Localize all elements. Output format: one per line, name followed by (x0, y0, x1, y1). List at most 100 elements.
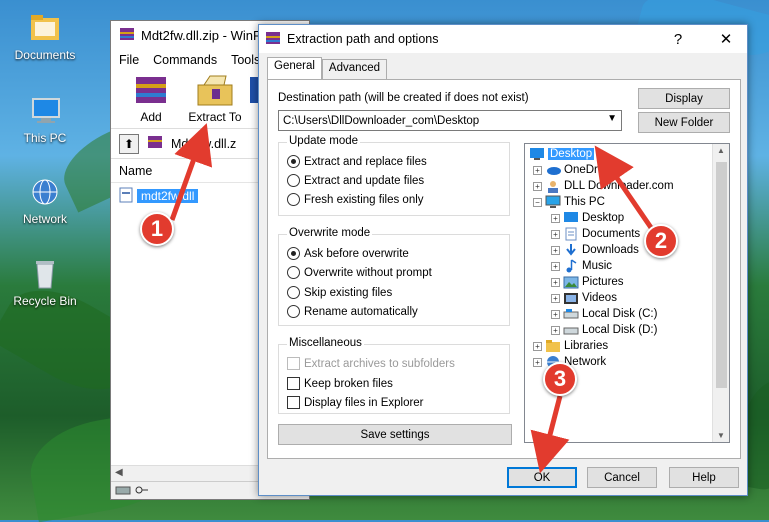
dialog-tabs: General Advanced (267, 57, 388, 79)
add-button[interactable]: Add (121, 73, 181, 128)
menu-tools[interactable]: Tools (231, 53, 260, 67)
help-button[interactable]: Help (669, 467, 739, 488)
chevron-down-icon[interactable]: ▼ (607, 113, 617, 124)
tree-item-local-disk-d[interactable]: + Local Disk (D:) (551, 322, 657, 338)
file-name: mdt2fw.dll (137, 189, 199, 203)
miscellaneous-group: Miscellaneous Extract archives to subfol… (278, 337, 510, 414)
scroll-thumb[interactable] (716, 162, 727, 388)
radio-indicator (287, 266, 300, 279)
radio-indicator (287, 174, 300, 187)
save-settings-button[interactable]: Save settings (278, 424, 512, 445)
dialog-title-bar: Extraction path and options ? ✕ (259, 25, 747, 53)
tree-item-local-disk-c[interactable]: + Local Disk (C:) (551, 306, 657, 322)
scroll-up-icon[interactable]: ▲ (713, 146, 729, 155)
folder-icon (27, 12, 63, 44)
step-marker-3: 3 (543, 362, 577, 396)
tree-item-libraries[interactable]: + Libraries (533, 338, 608, 354)
expand-icon[interactable]: + (533, 341, 542, 351)
overwrite-mode-group: Overwrite mode Ask before overwrite Over… (278, 227, 510, 326)
extract-to-icon (194, 73, 236, 107)
tree-item-onedrive[interactable]: + OneDrive (533, 162, 613, 178)
overwrite-mode-title: Overwrite mode (287, 227, 373, 239)
checkbox-indicator (287, 396, 300, 409)
add-archive-icon (130, 73, 172, 107)
close-button[interactable]: ✕ (705, 30, 747, 48)
tab-general[interactable]: General (267, 57, 322, 79)
desktop-icon-documents[interactable]: Documents (0, 12, 90, 62)
collapse-icon[interactable]: − (533, 197, 542, 207)
drive-icon (563, 323, 579, 337)
expand-icon[interactable]: + (533, 165, 542, 175)
display-button[interactable]: Display (638, 88, 730, 109)
expand-icon[interactable]: + (533, 357, 542, 367)
radio-rename-automatically[interactable]: Rename automatically (287, 305, 418, 318)
expand-icon[interactable]: + (551, 261, 560, 271)
expand-icon[interactable]: + (551, 213, 560, 223)
tab-advanced[interactable]: Advanced (321, 59, 388, 79)
help-title-button[interactable]: ? (657, 31, 699, 48)
up-folder-button[interactable]: ⬆ (119, 133, 139, 154)
drive-status-icon (115, 484, 131, 498)
expand-icon[interactable]: + (551, 245, 560, 255)
folder-tree[interactable]: Desktop + OneDrive + DLL Downloader.com − T… (524, 143, 730, 443)
new-folder-button[interactable]: New Folder (638, 112, 730, 133)
expand-icon[interactable]: + (551, 277, 560, 287)
network-icon (27, 176, 63, 208)
destination-path-value: C:\Users\DllDownloader_com\Desktop (283, 114, 480, 127)
scroll-down-icon[interactable]: ▼ (713, 431, 729, 440)
videos-icon (563, 291, 579, 305)
archive-path: Mdt2fw.dll.z (171, 136, 237, 151)
update-mode-title: Update mode (287, 135, 361, 147)
extraction-dialog: Extraction path and options ? ✕ General … (258, 24, 748, 496)
menu-file[interactable]: File (119, 53, 139, 67)
tree-item-documents[interactable]: + Documents (551, 226, 640, 242)
onedrive-icon (545, 163, 561, 177)
destination-path-combo[interactable]: C:\Users\DllDownloader_com\Desktop ▼ (278, 110, 622, 131)
radio-extract-update[interactable]: Extract and update files (287, 174, 424, 187)
radio-overwrite-without-prompt[interactable]: Overwrite without prompt (287, 266, 432, 279)
destination-path-label: Destination path (will be created if doe… (278, 92, 529, 104)
downloads-icon (563, 243, 579, 257)
expand-icon[interactable]: + (551, 229, 560, 239)
checkbox-display-in-explorer[interactable]: Display files in Explorer (287, 396, 424, 409)
scroll-left-icon: ◀ (115, 467, 123, 478)
tree-item-pictures[interactable]: + Pictures (551, 274, 624, 290)
expand-icon[interactable]: + (551, 309, 560, 319)
tree-item-desktop[interactable]: Desktop (529, 146, 595, 162)
music-icon (563, 259, 579, 273)
desktop-icon (529, 147, 545, 161)
radio-fresh-existing[interactable]: Fresh existing files only (287, 193, 424, 206)
desktop-icon-this-pc[interactable]: This PC (0, 95, 90, 145)
libraries-icon (545, 339, 561, 353)
radio-ask-before-overwrite[interactable]: Ask before overwrite (287, 247, 409, 260)
checkbox-keep-broken-files[interactable]: Keep broken files (287, 377, 393, 390)
drive-icon (563, 307, 579, 321)
radio-indicator (287, 286, 300, 299)
step-marker-1: 1 (140, 212, 174, 246)
arrow-up-icon: ⬆ (123, 136, 135, 151)
miscellaneous-title: Miscellaneous (287, 337, 364, 349)
radio-indicator (287, 193, 300, 206)
expand-icon[interactable]: + (551, 325, 560, 335)
expand-icon[interactable]: + (551, 293, 560, 303)
tree-item-downloads[interactable]: + Downloads (551, 242, 639, 258)
extract-to-button[interactable]: Extract To (185, 73, 245, 128)
cancel-button[interactable]: Cancel (587, 467, 657, 488)
tree-item-videos[interactable]: + Videos (551, 290, 617, 306)
winrar-logo-icon (119, 26, 135, 45)
radio-indicator (287, 305, 300, 318)
tree-item-this-pc[interactable]: − This PC (533, 194, 605, 210)
tree-item-pc-desktop[interactable]: + Desktop (551, 210, 624, 226)
desktop-icon-recycle-bin[interactable]: Recycle Bin (0, 258, 90, 308)
radio-extract-replace[interactable]: Extract and replace files (287, 155, 427, 168)
winrar-logo-icon (265, 30, 281, 49)
expand-icon[interactable]: + (533, 181, 542, 191)
menu-commands[interactable]: Commands (153, 53, 217, 67)
tree-item-music[interactable]: + Music (551, 258, 612, 274)
tree-vertical-scrollbar[interactable]: ▲ ▼ (712, 144, 729, 442)
computer-icon (545, 195, 561, 209)
ok-button[interactable]: OK (507, 467, 577, 488)
desktop-icon-network[interactable]: Network (0, 176, 90, 226)
radio-skip-existing[interactable]: Skip existing files (287, 286, 392, 299)
tree-item-dll-downloader[interactable]: + DLL Downloader.com (533, 178, 674, 194)
